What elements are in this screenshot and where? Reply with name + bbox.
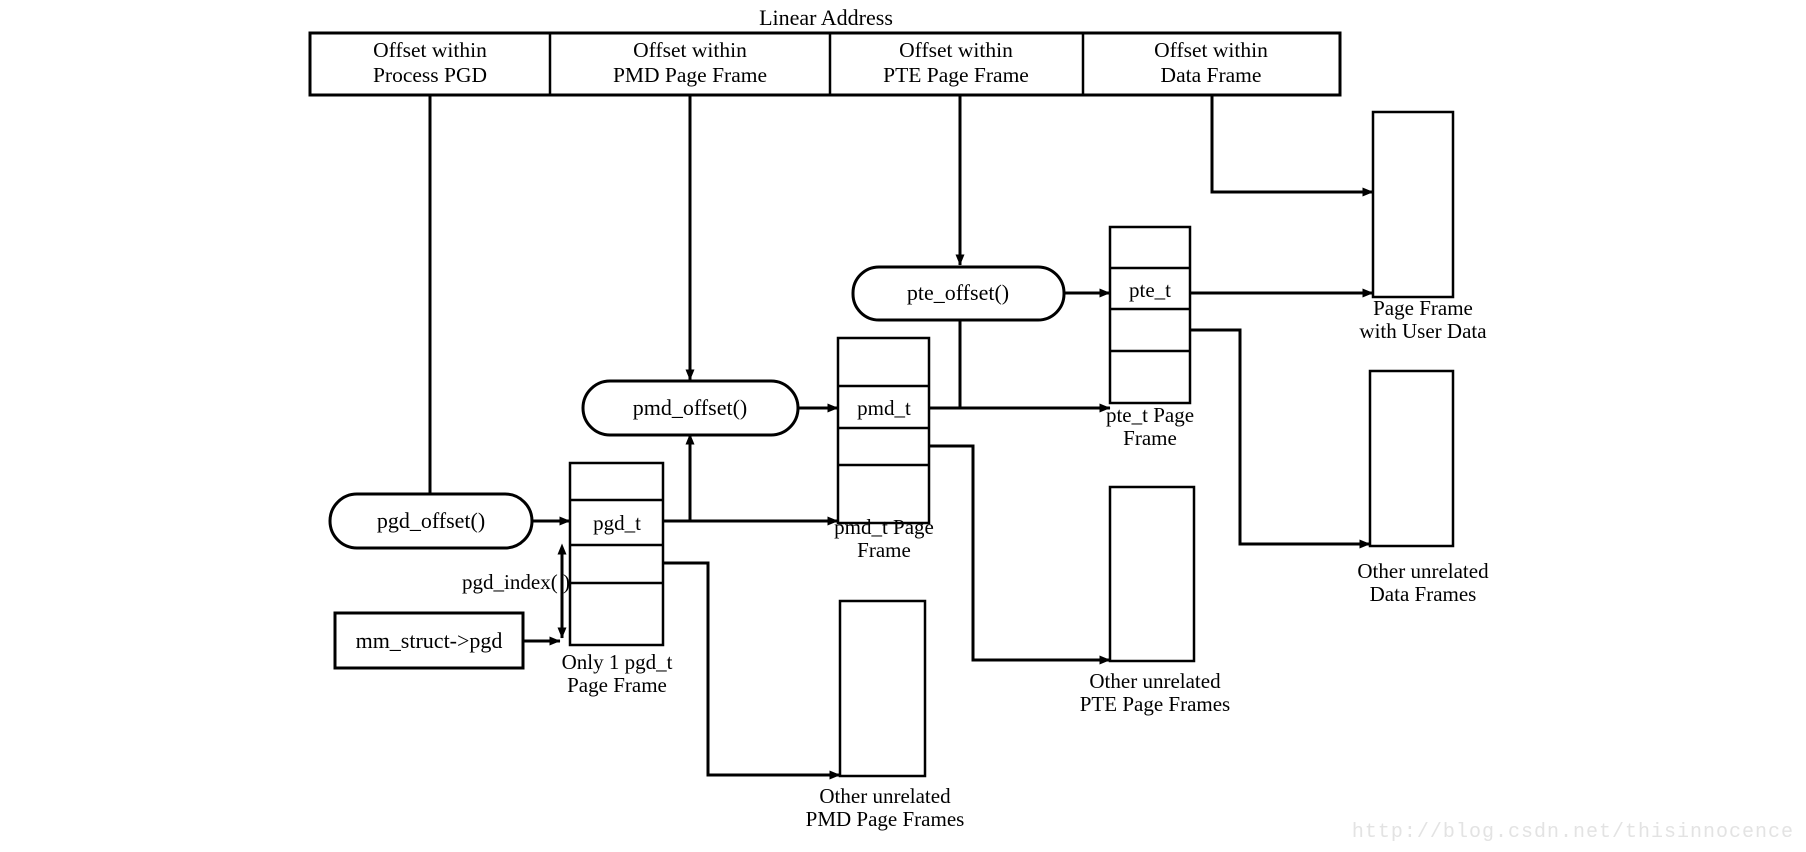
pte-t-entry-label: pte_t	[1129, 278, 1171, 302]
pgd-t-entry-label: pgd_t	[593, 511, 641, 535]
other-pte-caption-line1: Other unrelated	[1089, 669, 1221, 693]
other-data-frames: Other unrelated Data Frames	[1357, 369, 1489, 606]
user-data-frame-rect	[1371, 110, 1455, 299]
pmd-offset-label: pmd_offset()	[633, 395, 747, 420]
page-table-walk-diagram: Linear Address Offset within Process PGD…	[0, 0, 1806, 852]
other-pmd-caption-line2: PMD Page Frames	[806, 807, 965, 831]
connector-pmd-other-to-unrelated-pte	[929, 444, 1111, 665]
address-field-pgd-line1: Offset within	[373, 38, 487, 62]
pgd-page-frame: pgd_t Only 1 pgd_t Page Frame	[562, 461, 673, 697]
user-data-page-frame: Page Frame with User Data	[1359, 110, 1487, 343]
other-data-caption-line1: Other unrelated	[1357, 559, 1489, 583]
linear-address-bar: Offset within Process PGD Offset within …	[308, 31, 1342, 97]
pte-offset-node: pte_offset()	[851, 265, 1066, 322]
other-data-frame-rect	[1368, 369, 1455, 548]
user-data-caption-line2: with User Data	[1359, 319, 1487, 343]
pte-offset-label: pte_offset()	[907, 280, 1009, 305]
other-pte-frame-rect	[1108, 485, 1196, 663]
address-field-pte: Offset within PTE Page Frame	[883, 38, 1029, 87]
address-field-data-line1: Offset within	[1154, 38, 1268, 62]
pgd-frame-caption-line2: Page Frame	[567, 673, 667, 697]
address-field-data-line2: Data Frame	[1161, 63, 1262, 87]
address-field-pte-line1: Offset within	[899, 38, 1013, 62]
diagram-title: Linear Address	[759, 5, 893, 30]
pgd-index-label: pgd_index( )	[462, 570, 570, 594]
other-pmd-caption-line1: Other unrelated	[819, 784, 951, 808]
pgd-offset-node: pgd_offset()	[328, 492, 534, 550]
address-field-pte-line2: PTE Page Frame	[883, 63, 1029, 87]
user-data-caption-line1: Page Frame	[1373, 296, 1473, 320]
pgd-frame-rect	[568, 461, 665, 647]
mm-struct-pgd-box: mm_struct->pgd	[333, 611, 525, 670]
address-field-pmd: Offset within PMD Page Frame	[613, 38, 767, 87]
pte-frame-caption-line2: Frame	[1123, 426, 1177, 450]
pmd-frame-rect	[836, 336, 931, 525]
pgd-frame-caption-line1: Only 1 pgd_t	[562, 650, 673, 674]
address-field-pmd-line2: PMD Page Frame	[613, 63, 767, 87]
pgd-offset-label: pgd_offset()	[377, 508, 485, 533]
address-field-pgd-line2: Process PGD	[373, 63, 487, 87]
other-data-caption-line2: Data Frames	[1370, 582, 1477, 606]
other-pmd-page-frames: Other unrelated PMD Page Frames	[806, 599, 965, 831]
pmd-offset-node: pmd_offset()	[581, 379, 800, 437]
address-field-pgd: Offset within Process PGD	[373, 38, 487, 87]
pte-frame-rect	[1108, 225, 1192, 405]
address-field-data: Offset within Data Frame	[1154, 38, 1268, 87]
address-field-pmd-line1: Offset within	[633, 38, 747, 62]
pmd-frame-caption-line2: Frame	[857, 538, 911, 562]
mm-struct-pgd-label: mm_struct->pgd	[356, 628, 503, 653]
pte-page-frame: pte_t pte_t Page Frame	[1106, 225, 1194, 450]
other-pmd-frame-rect	[838, 599, 927, 778]
watermark-url: http://blog.csdn.net/thisinnocence	[1351, 821, 1794, 844]
connector-pte-other-to-unrelated-data	[1190, 328, 1371, 549]
other-pte-caption-line2: PTE Page Frames	[1080, 692, 1230, 716]
pmd-frame-caption-line1: pmd_t Page	[834, 515, 934, 539]
other-pte-page-frames: Other unrelated PTE Page Frames	[1080, 485, 1230, 716]
connector-data-field-to-user-data-frame	[1210, 95, 1374, 197]
diagram-canvas: Linear Address Offset within Process PGD…	[308, 5, 1489, 831]
pmd-page-frame: pmd_t pmd_t Page Frame	[834, 336, 934, 562]
connector-pgd-other-to-unrelated-pmd	[663, 561, 841, 780]
pmd-t-entry-label: pmd_t	[857, 396, 911, 420]
pte-frame-caption-line1: pte_t Page	[1106, 403, 1194, 427]
